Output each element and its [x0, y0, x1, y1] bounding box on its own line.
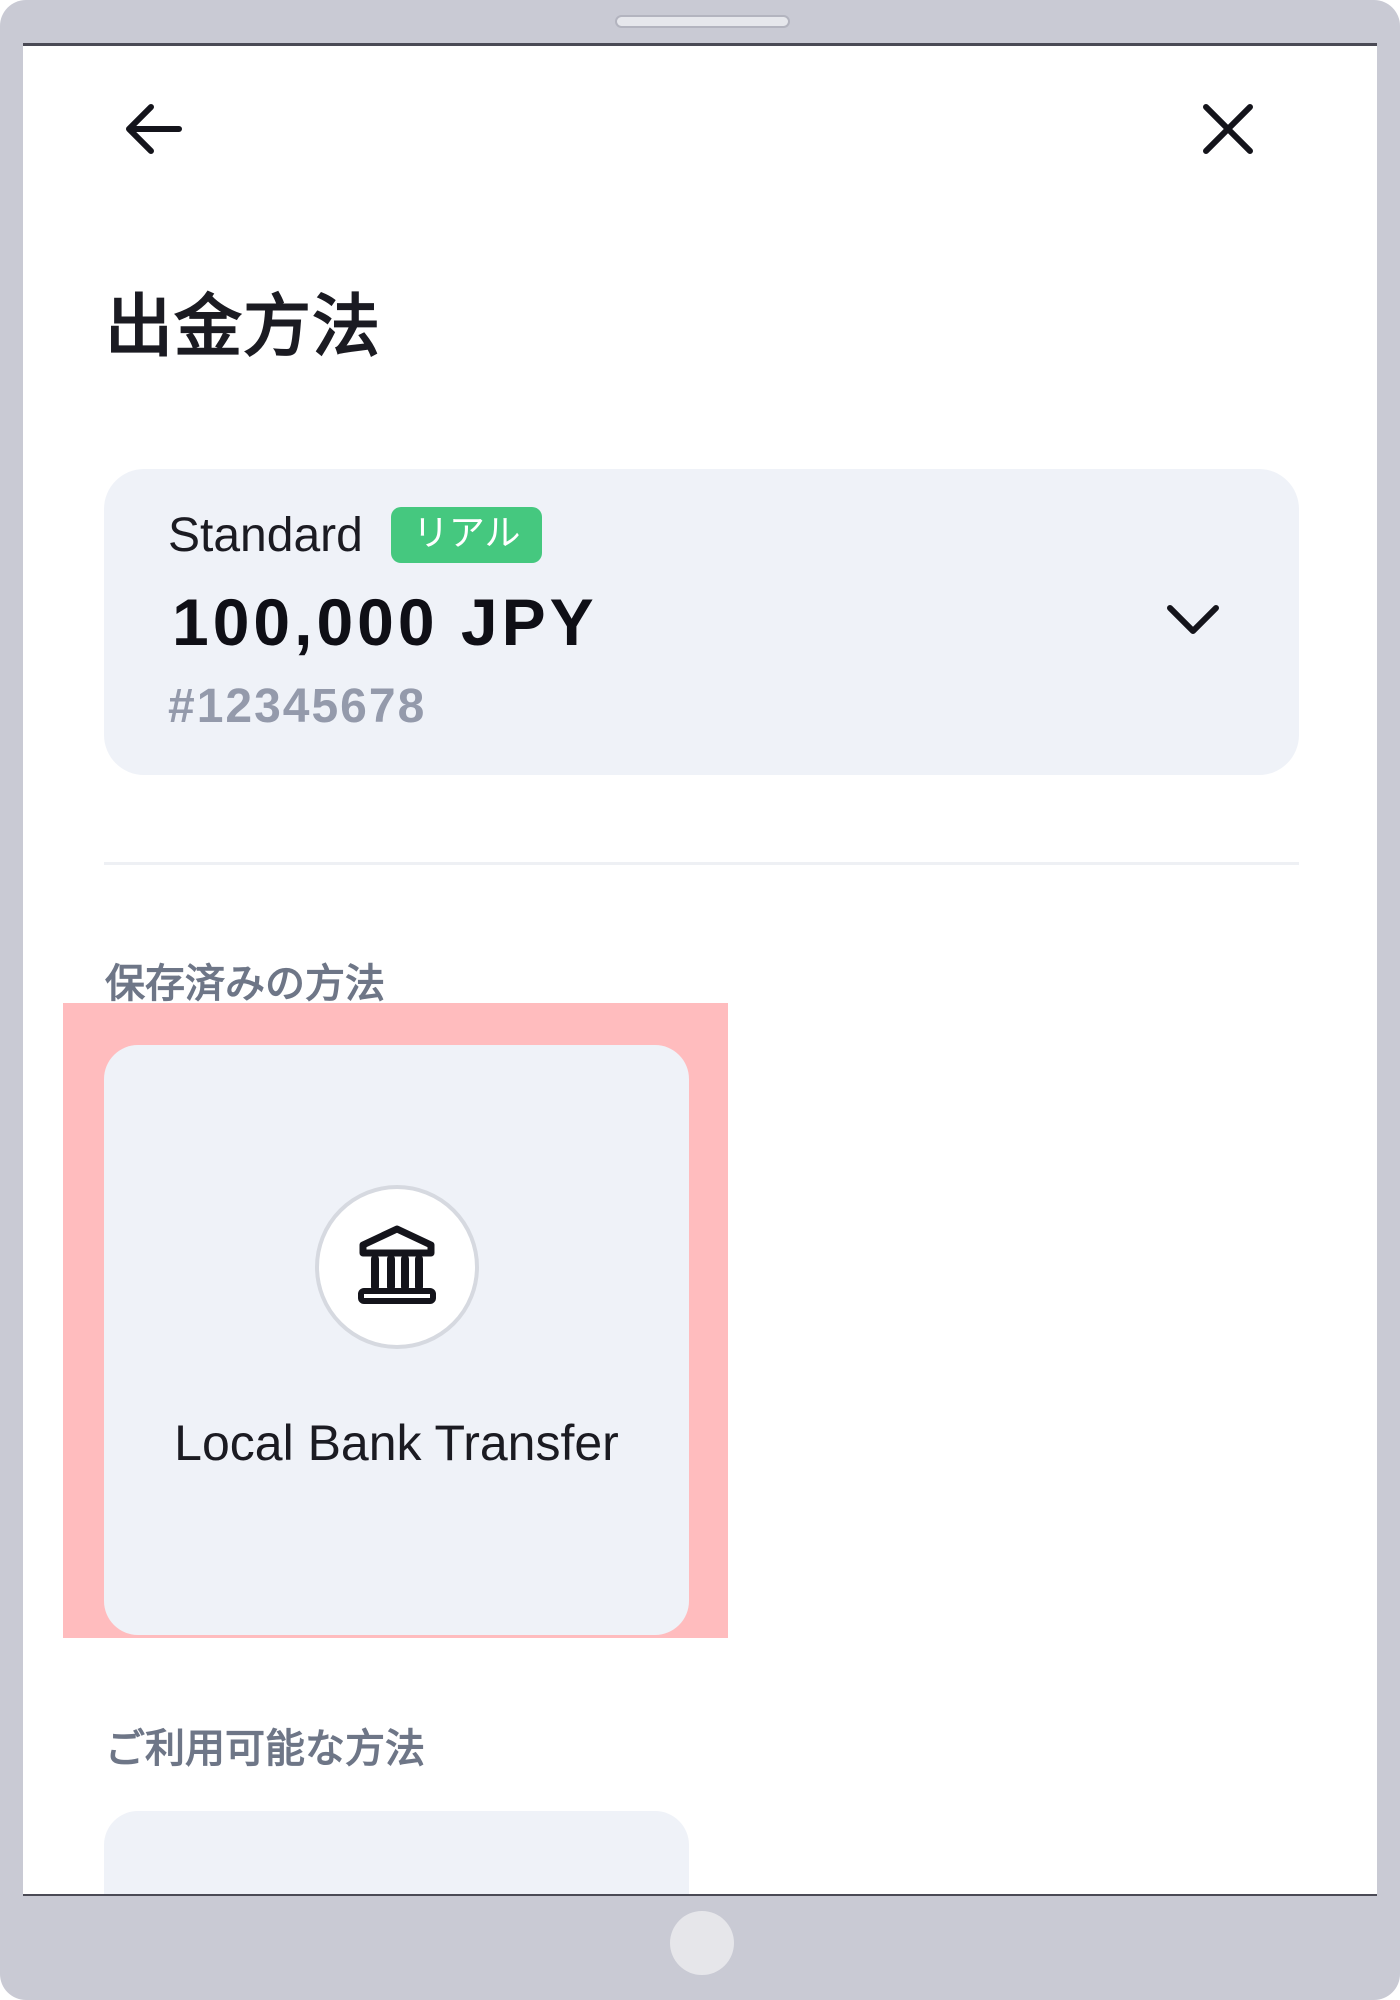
payment-method-label: Local Bank Transfer	[174, 1415, 619, 1471]
method-icon-container	[315, 1185, 479, 1349]
account-type-row: Standard リアル	[168, 507, 543, 563]
close-icon	[1201, 102, 1255, 160]
device-frame: 出金方法 Standard リアル 100,000 JPY #12345678 …	[0, 0, 1400, 2000]
bank-icon	[355, 1223, 439, 1311]
account-type: Standard	[168, 508, 363, 562]
section-divider	[104, 862, 1299, 865]
payment-method-card-local-bank-transfer[interactable]: Local Bank Transfer	[104, 1045, 689, 1635]
account-selector[interactable]: Standard リアル 100,000 JPY #12345678	[104, 469, 1299, 775]
back-button[interactable]	[108, 91, 198, 171]
app-screen: 出金方法 Standard リアル 100,000 JPY #12345678 …	[23, 43, 1377, 1896]
account-balance: 100,000 JPY	[172, 585, 598, 659]
saved-methods-label: 保存済みの方法	[105, 961, 385, 1007]
chevron-down-icon[interactable]	[1158, 584, 1228, 654]
device-speaker	[615, 15, 790, 28]
available-method-card[interactable]	[104, 1811, 689, 1894]
arrow-left-icon	[123, 101, 183, 161]
account-status-badge: リアル	[390, 507, 543, 563]
available-methods-label: ご利用可能な方法	[105, 1726, 425, 1772]
page-title: 出金方法	[105, 288, 382, 367]
close-button[interactable]	[1183, 91, 1273, 171]
account-number: #12345678	[168, 680, 427, 733]
home-button[interactable]	[670, 1911, 734, 1975]
